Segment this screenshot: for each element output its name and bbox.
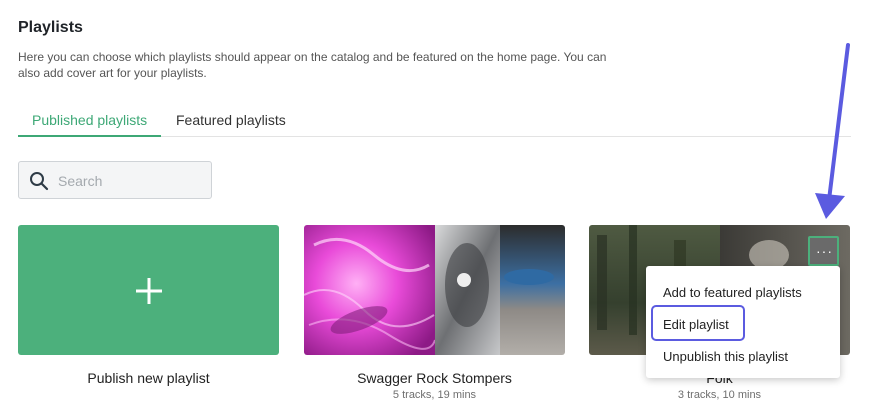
page-description: Here you can choose which playlists shou… [18,50,607,80]
search-input[interactable] [56,170,210,192]
playlist-cover-swagger-rock-stompers[interactable] [304,225,565,355]
playlist-name: Swagger Rock Stompers [357,370,512,386]
menu-item-unpublish[interactable]: Unpublish this playlist [646,342,840,370]
menu-item-edit-playlist[interactable]: Edit playlist [646,310,840,338]
plus-icon [136,278,162,304]
playlist-meta: 5 tracks, 19 mins [392,389,477,401]
cover-art [304,225,565,355]
page-title: Playlists [18,19,83,36]
tab-published-playlists[interactable]: Published playlists [18,112,162,137]
search-box[interactable] [18,161,212,199]
publish-new-playlist-card[interactable] [18,225,279,355]
menu-item-add-to-featured[interactable]: Add to featured playlists [646,278,840,306]
playlist-name: Publish new playlist [87,370,210,386]
more-icon: ··· [816,243,833,259]
more-options-button[interactable]: ··· [808,236,839,266]
playlist-meta: 3 tracks, 10 mins [677,389,762,401]
playlist-options-menu: Add to featured playlists Edit playlist … [646,266,840,378]
tab-bar: Published playlists Featured playlists [18,108,851,137]
tab-featured-playlists[interactable]: Featured playlists [176,112,286,136]
search-icon [30,172,49,191]
